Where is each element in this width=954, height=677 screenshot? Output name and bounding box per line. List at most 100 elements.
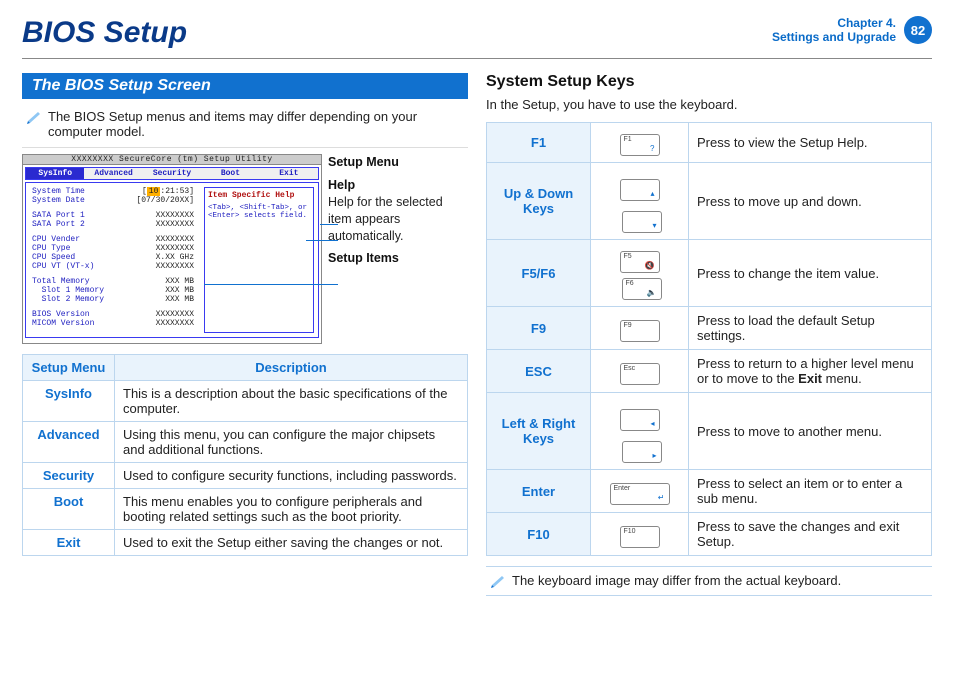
bios-item: SATA Port 2XXXXXXXX bbox=[32, 220, 194, 229]
key-name-cell: Left & Right Keys bbox=[487, 393, 591, 470]
table-row: AdvancedUsing this menu, you can configu… bbox=[23, 422, 468, 463]
header-rule bbox=[22, 58, 932, 59]
page-number-badge: 82 bbox=[904, 16, 932, 44]
table-row: Up & Down Keys▴▾Press to move up and dow… bbox=[487, 163, 932, 240]
callout-label: Setup Items bbox=[328, 250, 468, 267]
menu-name-cell: Boot bbox=[23, 489, 115, 530]
bios-tab-security: Security bbox=[143, 168, 201, 179]
table-row: F5/F6F5🔇F6🔈Press to change the item valu… bbox=[487, 240, 932, 307]
bios-item: MICOM VersionXXXXXXXX bbox=[32, 319, 194, 328]
key-desc-cell: Press to move up and down. bbox=[689, 163, 932, 240]
bios-item: BIOS VersionXXXXXXXX bbox=[32, 310, 194, 319]
section-bios-setup-screen: The BIOS Setup Screen bbox=[22, 73, 468, 99]
table-row: Left & Right Keys◂▸Press to move to anot… bbox=[487, 393, 932, 470]
bios-item: Slot 2 MemoryXXX MB bbox=[32, 295, 194, 304]
table-row: SysInfoThis is a description about the b… bbox=[23, 381, 468, 422]
bios-item: CPU TypeXXXXXXXX bbox=[32, 244, 194, 253]
bios-window-title: XXXXXXXX SecureCore (tm) Setup Utility bbox=[23, 155, 321, 165]
table-row: ExitUsed to exit the Setup either saving… bbox=[23, 530, 468, 556]
chapter-line1: Chapter 4. bbox=[772, 16, 896, 30]
bios-tab-advanced: Advanced bbox=[84, 168, 142, 179]
key-desc-cell: Press to save the changes and exit Setup… bbox=[689, 513, 932, 556]
key-image-cell: F10 bbox=[591, 513, 689, 556]
callout-line-menu bbox=[320, 224, 338, 225]
key-image-cell: ▴▾ bbox=[591, 163, 689, 240]
keycap-icon: F10 bbox=[620, 526, 660, 548]
keycap-icon: F5🔇 bbox=[620, 251, 660, 273]
key-image-cell: ◂▸ bbox=[591, 393, 689, 470]
bios-item: System Time[10:21:53] bbox=[32, 187, 194, 196]
heading-system-setup-keys: System Setup Keys bbox=[486, 73, 932, 91]
note-text: The keyboard image may differ from the a… bbox=[512, 573, 841, 588]
key-image-cell: Enter↵ bbox=[591, 470, 689, 513]
note-icon bbox=[26, 109, 42, 125]
bios-menu-bar: SysInfoAdvancedSecurityBootExit bbox=[25, 167, 319, 180]
bios-screenshot: XXXXXXXX SecureCore (tm) Setup Utility S… bbox=[22, 154, 322, 344]
keycap-icon: ▾ bbox=[622, 211, 662, 233]
menu-desc-cell: This is a description about the basic sp… bbox=[115, 381, 468, 422]
bios-item: CPU VT (VT-x)XXXXXXXX bbox=[32, 262, 194, 271]
key-name-cell: Enter bbox=[487, 470, 591, 513]
table-row: ESC Esc Press to return to a higher level … bbox=[487, 350, 932, 393]
key-name-cell: F1 bbox=[487, 123, 591, 163]
callout-line-help bbox=[306, 240, 338, 241]
keycap-icon: F9 bbox=[620, 320, 660, 342]
keycap-icon: F1? bbox=[620, 134, 660, 156]
key-desc-cell: Press to move to another menu. bbox=[689, 393, 932, 470]
table-row: SecurityUsed to configure security funct… bbox=[23, 463, 468, 489]
callouts: Setup Menu HelpHelp for the selected item… bbox=[328, 154, 468, 344]
chapter-line2: Settings and Upgrade bbox=[772, 30, 896, 44]
key-image-cell: Esc bbox=[591, 350, 689, 393]
key-desc-cell: Press to load the default Setup settings… bbox=[689, 307, 932, 350]
menu-name-cell: Exit bbox=[23, 530, 115, 556]
key-name-cell: F5/F6 bbox=[487, 240, 591, 307]
key-name-cell: ESC bbox=[487, 350, 591, 393]
key-name-cell: F9 bbox=[487, 307, 591, 350]
table-row: F9 F9 Press to load the default Setup sett… bbox=[487, 307, 932, 350]
bios-item: System Date[07/30/20XX] bbox=[32, 196, 194, 205]
callout-label: Setup Menu bbox=[328, 154, 468, 171]
page-title: BIOS Setup bbox=[22, 16, 187, 50]
bios-help-panel: Item Specific Help <Tab>, <Shift-Tab>, o… bbox=[204, 187, 314, 333]
keycap-icon: Enter↵ bbox=[610, 483, 670, 505]
lead-text: In the Setup, you have to use the keyboa… bbox=[486, 97, 932, 112]
bios-tab-exit: Exit bbox=[260, 168, 318, 179]
keycap-icon: ▴ bbox=[620, 179, 660, 201]
callout-sub: Help for the selected item appears autom… bbox=[328, 194, 468, 245]
key-name-cell: F10 bbox=[487, 513, 591, 556]
note-bios-menus-differ: The BIOS Setup menus and items may diffe… bbox=[22, 105, 468, 148]
bios-items-panel: System Time[10:21:53]System Date[07/30/2… bbox=[26, 183, 200, 337]
key-image-cell: F5🔇F6🔈 bbox=[591, 240, 689, 307]
callout-label: Help bbox=[328, 177, 468, 194]
menu-desc-cell: Using this menu, you can configure the m… bbox=[115, 422, 468, 463]
chapter-info: Chapter 4. Settings and Upgrade 82 bbox=[772, 16, 932, 45]
menu-name-cell: SysInfo bbox=[23, 381, 115, 422]
key-desc-cell: Press to select an item or to enter a su… bbox=[689, 470, 932, 513]
menu-desc-cell: This menu enables you to configure perip… bbox=[115, 489, 468, 530]
note-icon bbox=[490, 573, 506, 589]
bios-item: Total MemoryXXX MB bbox=[32, 277, 194, 286]
bios-item: CPU SpeedX.XX GHz bbox=[32, 253, 194, 262]
note-text: The BIOS Setup menus and items may diffe… bbox=[48, 109, 464, 139]
setup-menu-table: Setup Menu Description SysInfoThis is a … bbox=[22, 354, 468, 556]
keycap-icon: F6🔈 bbox=[622, 278, 662, 300]
menu-name-cell: Advanced bbox=[23, 422, 115, 463]
key-desc-cell: Press to change the item value. bbox=[689, 240, 932, 307]
menu-desc-cell: Used to configure security functions, in… bbox=[115, 463, 468, 489]
key-desc-cell: Press to return to a higher level menu o… bbox=[689, 350, 932, 393]
bios-help-header: Item Specific Help bbox=[208, 191, 310, 200]
table-row: Enter Enter↵ Press to select an item or to… bbox=[487, 470, 932, 513]
bios-help-text: <Tab>, <Shift-Tab>, or <Enter> selects f… bbox=[208, 204, 310, 220]
menu-name-cell: Security bbox=[23, 463, 115, 489]
th-description: Description bbox=[115, 355, 468, 381]
bios-item: CPU VenderXXXXXXXX bbox=[32, 235, 194, 244]
key-desc-cell: Press to view the Setup Help. bbox=[689, 123, 932, 163]
key-name-cell: Up & Down Keys bbox=[487, 163, 591, 240]
keys-table: F1 F1? Press to view the Setup Help. Up & D… bbox=[486, 122, 932, 556]
menu-desc-cell: Used to exit the Setup either saving the… bbox=[115, 530, 468, 556]
note-keyboard-image-differs: The keyboard image may differ from the a… bbox=[486, 566, 932, 596]
keycap-icon: Esc bbox=[620, 363, 660, 385]
table-row: F10 F10 Press to save the changes and exit… bbox=[487, 513, 932, 556]
key-image-cell: F1? bbox=[591, 123, 689, 163]
callout-line-items bbox=[204, 284, 338, 285]
